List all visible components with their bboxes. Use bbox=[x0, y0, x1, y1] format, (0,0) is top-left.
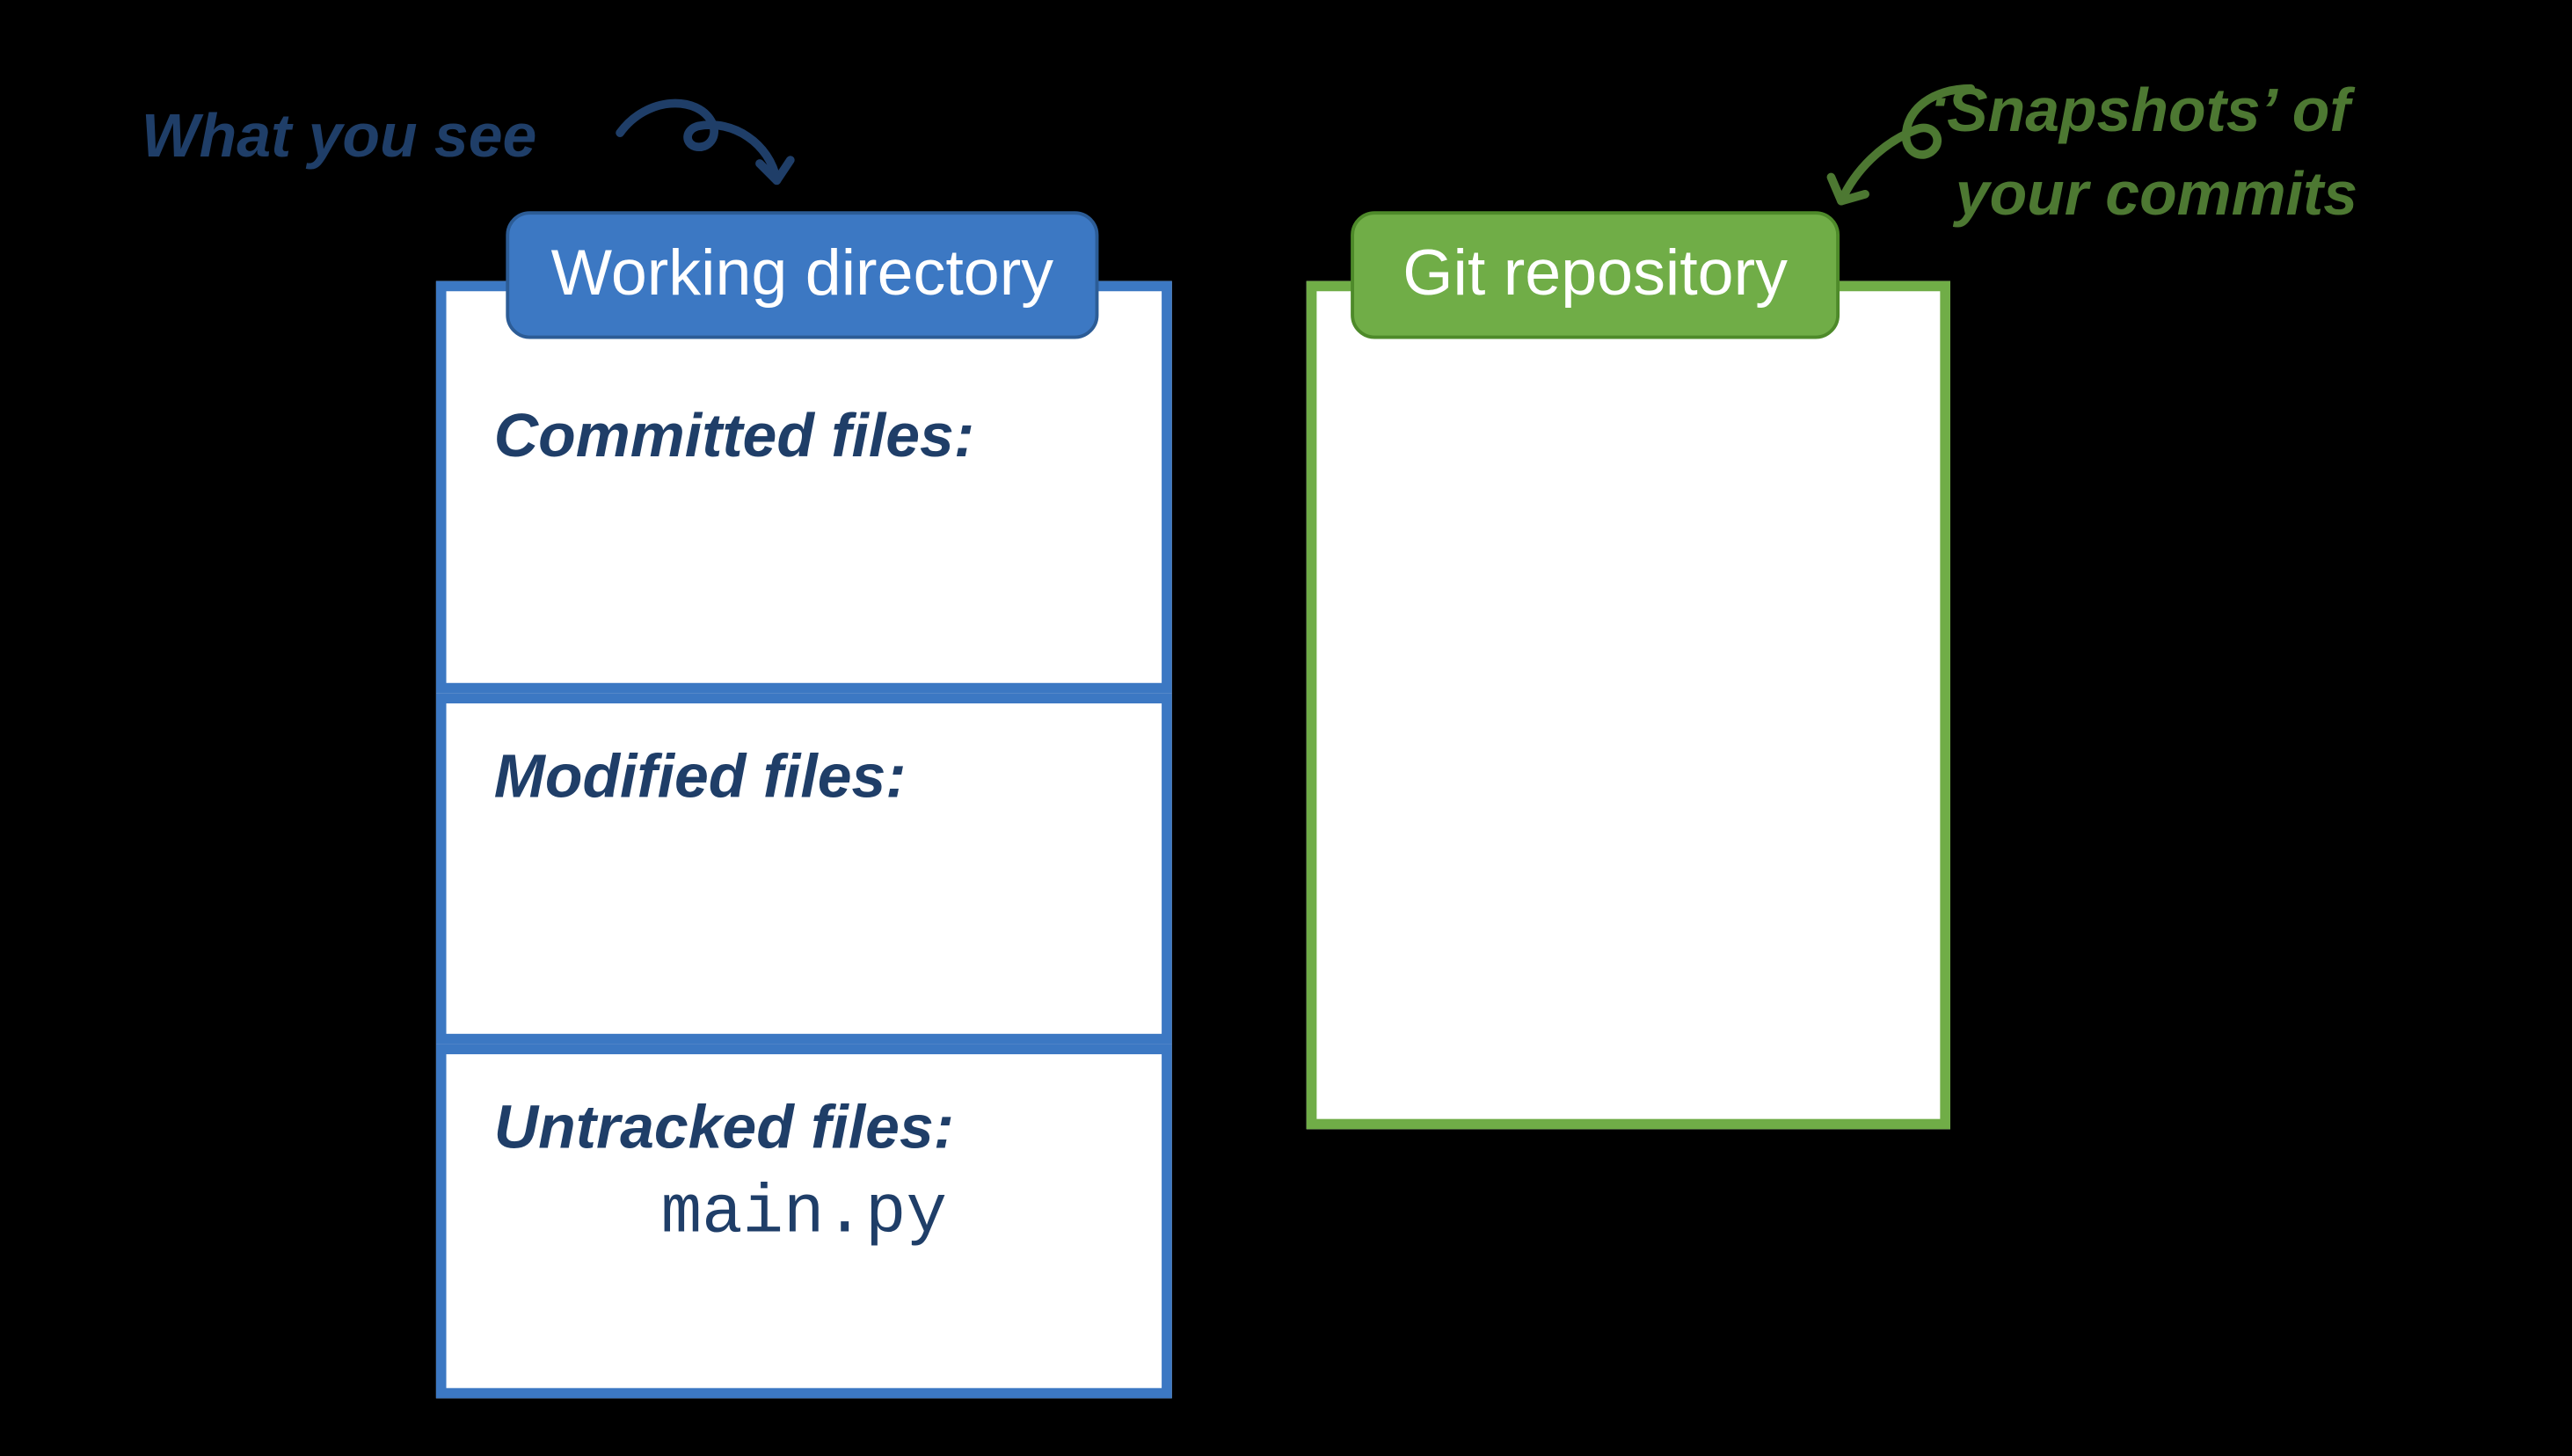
section-committed-files: Committed files: bbox=[436, 281, 1172, 694]
untracked-files-label: Untracked files: bbox=[494, 1092, 1114, 1163]
callout-snapshots-line2: your commits bbox=[1956, 160, 2357, 228]
tab-git-repository: Git repository bbox=[1351, 211, 1840, 339]
arrow-left-curl-icon bbox=[613, 85, 817, 205]
callout-what-you-see: What you see bbox=[142, 102, 537, 170]
section-untracked-files: Untracked files: main.py bbox=[436, 1044, 1172, 1398]
modified-files-label: Modified files: bbox=[494, 741, 1114, 812]
arrow-right-curl-icon bbox=[1814, 78, 1985, 223]
panel-git-repository bbox=[1307, 281, 1950, 1130]
tab-working-directory: Working directory bbox=[506, 211, 1098, 339]
callout-snapshots-line1: ‘Snapshots’ of bbox=[1930, 76, 2350, 144]
section-modified-files: Modified files: bbox=[436, 693, 1172, 1044]
untracked-file-main-py: main.py bbox=[494, 1177, 1114, 1254]
committed-files-label: Committed files: bbox=[494, 400, 1114, 471]
